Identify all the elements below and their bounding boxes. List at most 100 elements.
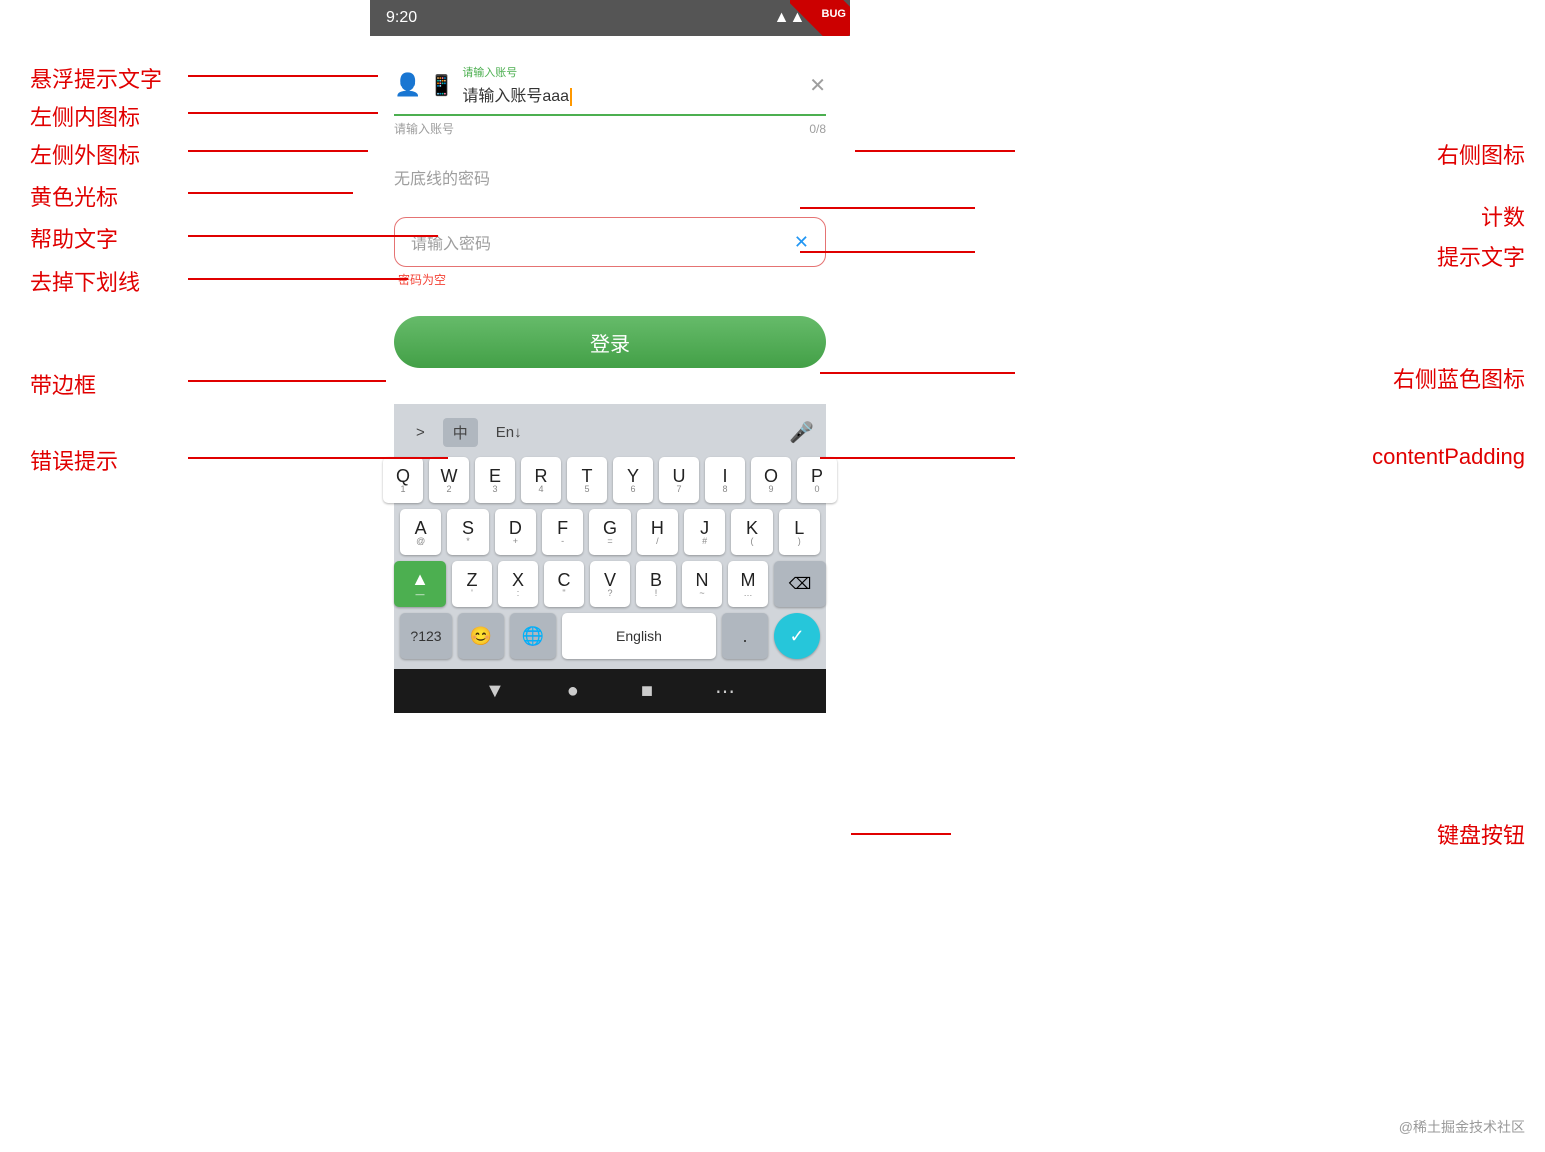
key-L[interactable]: L): [779, 509, 820, 555]
line-blue-icon: [820, 372, 1015, 374]
password-placeholder: 请输入密码: [411, 230, 794, 254]
person-icon: 👤: [394, 72, 421, 98]
annotation-content-padding: contentPadding: [1372, 444, 1525, 470]
annotation-right-blue-icon: 右侧蓝色图标: [1393, 362, 1525, 394]
keyboard-arrow-btn[interactable]: >: [406, 420, 435, 445]
account-counter: 0/8: [809, 122, 826, 136]
key-enter[interactable]: ✓: [774, 613, 820, 659]
annotation-hover-hint: 悬浮提示文字: [30, 62, 162, 94]
line-hint-text: [800, 251, 975, 253]
nav-menu[interactable]: ⋯: [715, 679, 735, 704]
key-Y[interactable]: Y6: [613, 457, 653, 503]
annotation-counter: 计数: [1481, 200, 1525, 232]
key-emoji[interactable]: 😊: [458, 613, 504, 659]
key-row-3: ▲— Z' X: C" V? B! N~ M… ⌫: [400, 561, 820, 607]
annotation-keyboard-btn: 键盘按钮: [1437, 818, 1525, 850]
line-yellow-cursor: [188, 192, 353, 194]
keyboard-english-btn[interactable]: En↓: [486, 420, 532, 445]
annotation-bordered: 带边框: [30, 368, 96, 400]
key-P[interactable]: P0: [797, 457, 837, 503]
no-underline-field[interactable]: 无底线的密码: [394, 157, 826, 197]
key-row-1: Q1 W2 E3 R4 T5 Y6 U7 I8 O9 P0: [400, 457, 820, 503]
keyboard: > 中 En↓ 🎤 Q1 W2 E3 R4 T5 Y6 U7 I8 O9 P0: [394, 404, 826, 669]
line-left-inner: [188, 112, 378, 114]
key-K[interactable]: K(: [731, 509, 772, 555]
line-left-outer: [188, 150, 368, 152]
no-underline-placeholder: 无底线的密码: [394, 171, 490, 188]
key-X[interactable]: X:: [498, 561, 538, 607]
key-space[interactable]: English: [562, 613, 716, 659]
key-U[interactable]: U7: [659, 457, 699, 503]
key-N[interactable]: N~: [682, 561, 722, 607]
nav-back[interactable]: ▼: [485, 680, 505, 703]
status-time: 9:20: [386, 9, 417, 27]
password-clear-icon[interactable]: ✕: [794, 232, 809, 253]
key-Q[interactable]: Q1: [383, 457, 423, 503]
key-period[interactable]: .: [722, 613, 768, 659]
annotation-help-text: 帮助文字: [30, 222, 118, 254]
key-A[interactable]: A@: [400, 509, 441, 555]
key-B[interactable]: B!: [636, 561, 676, 607]
key-delete[interactable]: ⌫: [774, 561, 826, 607]
key-S[interactable]: S*: [447, 509, 488, 555]
annotation-hint-text: 提示文字: [1437, 240, 1525, 272]
key-J[interactable]: J#: [684, 509, 725, 555]
line-help-text: [188, 235, 438, 237]
key-H[interactable]: H/: [637, 509, 678, 555]
nav-home[interactable]: ●: [567, 680, 579, 703]
phone-frame: 9:20 ▲▲ ▐▐ BUG 👤 📱 请输入账号 请输入账号aaa ✕: [370, 0, 850, 1120]
key-T[interactable]: T5: [567, 457, 607, 503]
annotation-error-tip: 错误提示: [30, 444, 118, 476]
keyboard-mic-icon[interactable]: 🎤: [789, 420, 814, 445]
key-row-2: A@ S* D+ F- G= H/ J# K( L): [400, 509, 820, 555]
key-R[interactable]: R4: [521, 457, 561, 503]
line-hover-hint: [188, 75, 378, 77]
account-input-row[interactable]: 👤 📱 请输入账号 请输入账号aaa ✕: [394, 56, 826, 116]
annotation-yellow-cursor: 黄色光标: [30, 180, 118, 212]
cursor: [570, 88, 572, 106]
key-V[interactable]: V?: [590, 561, 630, 607]
key-C[interactable]: C": [544, 561, 584, 607]
key-O[interactable]: O9: [751, 457, 791, 503]
clear-icon[interactable]: ✕: [809, 73, 826, 98]
key-row-4: ?123 😊 🌐 English . ✓: [400, 613, 820, 659]
key-E[interactable]: E3: [475, 457, 515, 503]
key-Z[interactable]: Z': [452, 561, 492, 607]
annotation-left-inner-icon: 左侧内图标: [30, 100, 140, 132]
key-globe[interactable]: 🌐: [510, 613, 556, 659]
account-field-stack[interactable]: 请输入账号 请输入账号aaa: [462, 64, 809, 106]
phone-icon: 📱: [429, 73, 454, 98]
key-G[interactable]: G=: [589, 509, 630, 555]
phone-content: 👤 📱 请输入账号 请输入账号aaa ✕ 请输入账号 0/8 无底线的密码 请: [370, 36, 850, 733]
watermark: @稀土掘金技术社区: [1399, 1117, 1525, 1137]
status-bar: 9:20 ▲▲ ▐▐ BUG: [370, 0, 850, 36]
annotation-no-underline: 去掉下划线: [30, 265, 140, 297]
account-value[interactable]: 请输入账号aaa: [462, 88, 572, 105]
line-counter: [800, 207, 975, 209]
keyboard-chinese-btn[interactable]: 中: [443, 418, 478, 447]
key-shift[interactable]: ▲—: [394, 561, 446, 607]
nav-bar: ▼ ● ■ ⋯: [394, 669, 826, 713]
key-D[interactable]: D+: [495, 509, 536, 555]
line-bordered: [188, 380, 386, 382]
account-input-group: 👤 📱 请输入账号 请输入账号aaa ✕ 请输入账号 0/8: [394, 56, 826, 137]
key-M[interactable]: M…: [728, 561, 768, 607]
key-num123[interactable]: ?123: [400, 613, 452, 659]
line-no-underline: [188, 278, 408, 280]
key-F[interactable]: F-: [542, 509, 583, 555]
account-help-text: 请输入账号: [394, 120, 454, 137]
login-button[interactable]: 登录: [394, 316, 826, 368]
key-W[interactable]: W2: [429, 457, 469, 503]
keyboard-rows: Q1 W2 E3 R4 T5 Y6 U7 I8 O9 P0 A@ S* D+ F…: [398, 453, 822, 669]
line-right-icon: [855, 150, 1015, 152]
password-input-wrapper[interactable]: 请输入密码 ✕: [394, 217, 826, 267]
nav-recent[interactable]: ■: [641, 680, 653, 703]
annotation-right-icon: 右侧图标: [1437, 138, 1525, 170]
bug-badge: BUG: [822, 8, 846, 20]
line-keyboard-btn: [851, 833, 951, 835]
key-I[interactable]: I8: [705, 457, 745, 503]
keyboard-toolbar: > 中 En↓ 🎤: [398, 412, 822, 453]
line-error: [188, 457, 448, 459]
line-content-padding: [820, 457, 1015, 459]
error-text: 密码为空: [398, 271, 826, 288]
